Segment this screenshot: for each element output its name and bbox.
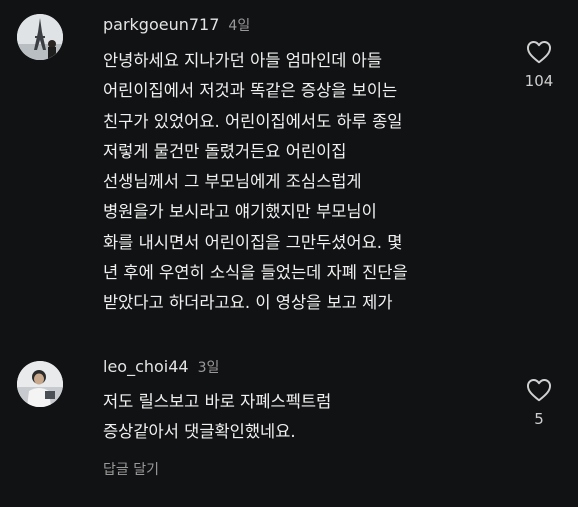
comment-line: 년 후에 우연히 소식을 들었는데 자폐 진단을 (103, 263, 408, 283)
comment-text: 저도 릴스보고 바로 자폐스펙트럼 증상같아서 댓글확인했네요. (103, 387, 331, 448)
like-button[interactable]: 104 (519, 40, 559, 90)
comment-line: 안녕하세요 지나가던 아들 엄마인데 아들 (103, 51, 383, 70)
comment-line: 어린이집에서 저것과 똑같은 증상을 보이는 (103, 81, 398, 101)
comment-line: 저도 릴스보고 바로 자폐스펙트럼 (103, 392, 332, 411)
comment-line: 친구가 있었어요. 어린이집에서도 하루 종일 (103, 111, 403, 131)
timestamp: 3일 (197, 360, 220, 376)
comment-line: 병원을가 보시라고 얘기했지만 부모님이 (103, 202, 377, 222)
heart-outline-icon (526, 41, 552, 64)
comment-header: parkgoeun717 4일 (103, 15, 250, 35)
comment-line: 저렇게 물건만 돌렸거든요 어린이집 (103, 141, 347, 161)
like-button[interactable]: 5 (519, 378, 559, 428)
comment-line: 증상같아서 댓글확인했네요. (103, 422, 296, 442)
comment-header: leo_choi44 3일 (103, 357, 219, 377)
comment-line: 받았다고 하더라고요. 이 영상을 보고 제가 (103, 293, 393, 313)
comment-item: parkgoeun717 4일 안녕하세요 지나가던 아들 엄마인데 아들 어린… (0, 0, 578, 350)
person-photo-icon (17, 361, 63, 407)
like-count: 5 (534, 410, 544, 428)
heart-outline-icon (526, 379, 552, 402)
avatar[interactable] (17, 361, 63, 407)
avatar[interactable] (17, 14, 63, 60)
username[interactable]: parkgoeun717 (103, 15, 219, 34)
comment-line: 선생님께서 그 부모님에게 조심스럽게 (103, 172, 362, 192)
reply-button[interactable]: 답글 달기 (103, 459, 159, 479)
comment-text: 안녕하세요 지나가던 아들 엄마인데 아들 어린이집에서 저것과 똑같은 증상을… (103, 46, 408, 319)
comment-item: leo_choi44 3일 저도 릴스보고 바로 자폐스펙트럼 증상같아서 댓글… (0, 350, 578, 507)
comment-line: 화를 내시면서 어린이집을 그만두셨어요. 몇 (103, 232, 403, 252)
eiffel-tower-photo-icon (17, 14, 63, 60)
timestamp: 4일 (228, 18, 251, 34)
username[interactable]: leo_choi44 (103, 357, 189, 376)
like-count: 104 (524, 72, 554, 90)
